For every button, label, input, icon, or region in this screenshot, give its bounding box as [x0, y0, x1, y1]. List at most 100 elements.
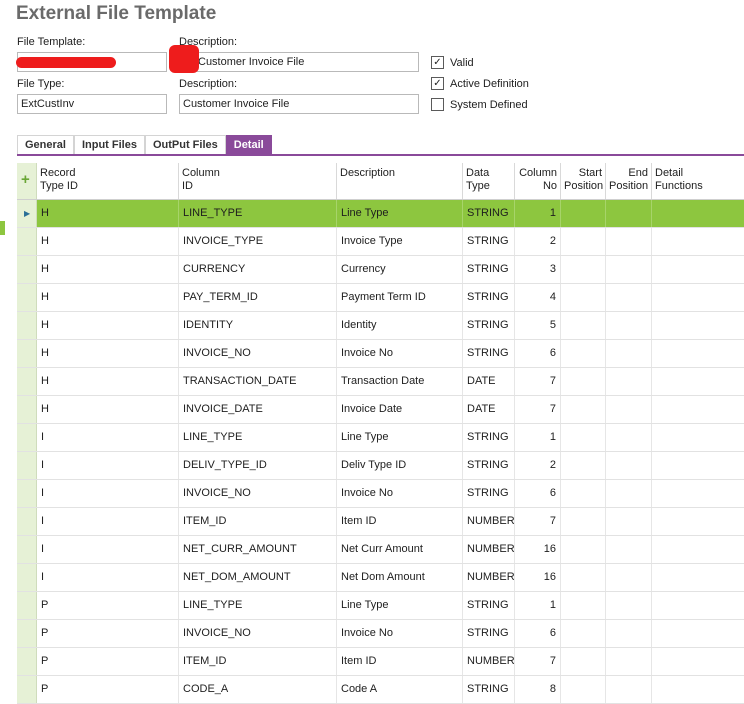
table-row[interactable]: I ITEM_ID Item ID NUMBER 7: [17, 508, 744, 536]
cell-detail-functions[interactable]: [652, 424, 744, 451]
cell-detail-functions[interactable]: [652, 676, 744, 703]
cell-description[interactable]: Identity: [337, 312, 463, 339]
cell-column-id[interactable]: IDENTITY: [179, 312, 337, 339]
cell-start-position[interactable]: [561, 284, 606, 311]
system-defined-checkbox[interactable]: [431, 98, 444, 111]
cell-description[interactable]: Invoice No: [337, 480, 463, 507]
cell-detail-functions[interactable]: [652, 648, 744, 675]
cell-description[interactable]: Invoice Date: [337, 396, 463, 423]
cell-detail-functions[interactable]: [652, 536, 744, 563]
cell-record-type-id[interactable]: I: [37, 536, 179, 563]
valid-checkbox[interactable]: ✓: [431, 56, 444, 69]
cell-column-no[interactable]: 2: [515, 452, 561, 479]
cell-detail-functions[interactable]: [652, 564, 744, 591]
header-record-type-id[interactable]: Record Type ID: [37, 163, 179, 199]
cell-end-position[interactable]: [606, 228, 652, 255]
cell-end-position[interactable]: [606, 452, 652, 479]
cell-detail-functions[interactable]: [652, 452, 744, 479]
cell-data-type[interactable]: NUMBER: [463, 508, 515, 535]
cell-description[interactable]: Deliv Type ID: [337, 452, 463, 479]
valid-checkbox-row[interactable]: ✓ Valid: [431, 56, 474, 69]
active-definition-checkbox[interactable]: ✓: [431, 77, 444, 90]
cell-description[interactable]: Transaction Date: [337, 368, 463, 395]
cell-record-type-id[interactable]: H: [37, 200, 179, 227]
cell-record-type-id[interactable]: I: [37, 480, 179, 507]
cell-data-type[interactable]: NUMBER: [463, 536, 515, 563]
table-row[interactable]: P INVOICE_NO Invoice No STRING 6: [17, 620, 744, 648]
header-column-id[interactable]: Column ID: [179, 163, 337, 199]
cell-start-position[interactable]: [561, 256, 606, 283]
cell-data-type[interactable]: STRING: [463, 452, 515, 479]
cell-data-type[interactable]: STRING: [463, 256, 515, 283]
cell-column-no[interactable]: 1: [515, 200, 561, 227]
tab-general[interactable]: General: [17, 135, 74, 154]
cell-description[interactable]: Invoice Type: [337, 228, 463, 255]
cell-end-position[interactable]: [606, 284, 652, 311]
cell-detail-functions[interactable]: [652, 620, 744, 647]
cell-record-type-id[interactable]: H: [37, 228, 179, 255]
cell-record-type-id[interactable]: I: [37, 508, 179, 535]
cell-description[interactable]: Currency: [337, 256, 463, 283]
cell-end-position[interactable]: [606, 564, 652, 591]
cell-data-type[interactable]: STRING: [463, 312, 515, 339]
table-row[interactable]: P CODE_A Code A STRING 8: [17, 676, 744, 704]
system-defined-checkbox-row[interactable]: System Defined: [431, 98, 528, 111]
cell-detail-functions[interactable]: [652, 256, 744, 283]
cell-column-no[interactable]: 5: [515, 312, 561, 339]
cell-description[interactable]: Item ID: [337, 648, 463, 675]
cell-column-no[interactable]: 4: [515, 284, 561, 311]
cell-start-position[interactable]: [561, 592, 606, 619]
cell-column-no[interactable]: 8: [515, 676, 561, 703]
cell-end-position[interactable]: [606, 480, 652, 507]
cell-column-no[interactable]: 6: [515, 480, 561, 507]
description-field-2[interactable]: Customer Invoice File: [179, 94, 419, 114]
cell-start-position[interactable]: [561, 396, 606, 423]
cell-detail-functions[interactable]: [652, 200, 744, 227]
cell-end-position[interactable]: [606, 256, 652, 283]
cell-start-position[interactable]: [561, 676, 606, 703]
cell-detail-functions[interactable]: [652, 396, 744, 423]
cell-detail-functions[interactable]: [652, 368, 744, 395]
cell-description[interactable]: Code A: [337, 676, 463, 703]
cell-end-position[interactable]: [606, 396, 652, 423]
cell-detail-functions[interactable]: [652, 480, 744, 507]
cell-end-position[interactable]: [606, 424, 652, 451]
cell-column-id[interactable]: LINE_TYPE: [179, 200, 337, 227]
table-row[interactable]: P LINE_TYPE Line Type STRING 1: [17, 592, 744, 620]
cell-column-id[interactable]: ITEM_ID: [179, 648, 337, 675]
cell-record-type-id[interactable]: P: [37, 676, 179, 703]
cell-start-position[interactable]: [561, 368, 606, 395]
cell-record-type-id[interactable]: H: [37, 396, 179, 423]
header-column-no[interactable]: Column No: [515, 163, 561, 199]
cell-column-id[interactable]: INVOICE_NO: [179, 340, 337, 367]
cell-start-position[interactable]: [561, 312, 606, 339]
table-row[interactable]: I INVOICE_NO Invoice No STRING 6: [17, 480, 744, 508]
cell-record-type-id[interactable]: H: [37, 368, 179, 395]
tab-detail[interactable]: Detail: [225, 135, 272, 154]
table-row[interactable]: I NET_DOM_AMOUNT Net Dom Amount NUMBER 16: [17, 564, 744, 592]
cell-data-type[interactable]: STRING: [463, 620, 515, 647]
cell-description[interactable]: Item ID: [337, 508, 463, 535]
cell-column-id[interactable]: PAY_TERM_ID: [179, 284, 337, 311]
cell-description[interactable]: Line Type: [337, 424, 463, 451]
cell-end-position[interactable]: [606, 200, 652, 227]
description-field-1[interactable]: Customer Invoice File: [179, 52, 419, 72]
file-type-field[interactable]: ExtCustInv: [17, 94, 167, 114]
cell-start-position[interactable]: [561, 200, 606, 227]
cell-start-position[interactable]: [561, 228, 606, 255]
cell-start-position[interactable]: [561, 536, 606, 563]
header-description[interactable]: Description: [337, 163, 463, 199]
table-row[interactable]: P ITEM_ID Item ID NUMBER 7: [17, 648, 744, 676]
cell-column-id[interactable]: INVOICE_TYPE: [179, 228, 337, 255]
cell-detail-functions[interactable]: [652, 592, 744, 619]
cell-column-id[interactable]: INVOICE_DATE: [179, 396, 337, 423]
cell-record-type-id[interactable]: I: [37, 564, 179, 591]
cell-column-no[interactable]: 7: [515, 396, 561, 423]
cell-end-position[interactable]: [606, 676, 652, 703]
cell-column-id[interactable]: NET_CURR_AMOUNT: [179, 536, 337, 563]
cell-record-type-id[interactable]: I: [37, 424, 179, 451]
cell-description[interactable]: Net Dom Amount: [337, 564, 463, 591]
cell-detail-functions[interactable]: [652, 312, 744, 339]
cell-data-type[interactable]: NUMBER: [463, 648, 515, 675]
cell-column-id[interactable]: TRANSACTION_DATE: [179, 368, 337, 395]
